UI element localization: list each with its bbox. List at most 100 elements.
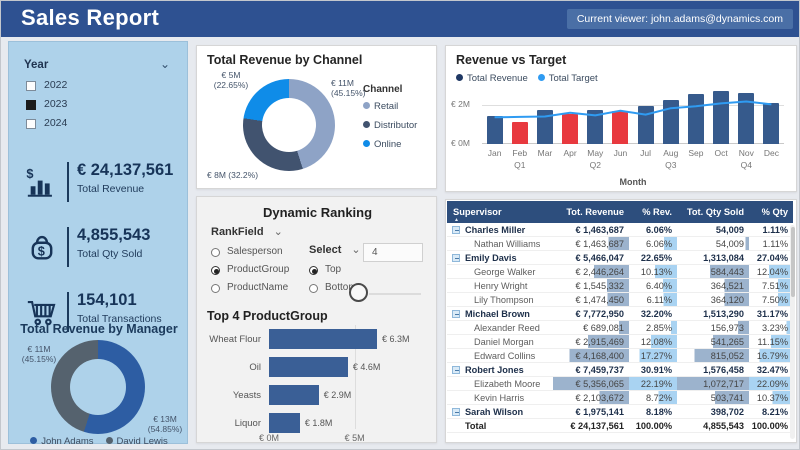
manager-donut-title: Total Revenue by Manager	[20, 322, 178, 336]
table-row-robert-jones[interactable]: Robert Jones € 7,459,737 30.91% 1,576,458 32…	[447, 362, 793, 377]
chevron-down-icon[interactable]: ⌄	[160, 57, 170, 71]
table-scrollbar[interactable]	[790, 225, 795, 439]
table-row-michael-brown[interactable]: Michael Brown € 7,772,950 32.20% 1,513,290 3…	[447, 306, 793, 321]
table-row-george-walker[interactable]: George Walker € 2,446,264 10.13% 584,443 12.…	[447, 264, 793, 279]
year-filter-header: Year ⌄	[24, 57, 174, 71]
radio-rankfield-productname[interactable]: ProductName	[211, 281, 311, 299]
cell-qty_pct: 3.23%	[749, 320, 793, 335]
cell-qty_pct: 1.11%	[749, 236, 793, 251]
table-row-sarah-wilson[interactable]: Sarah Wilson € 1,975,141 8.18% 398,702 8.21%	[447, 404, 793, 419]
expand-toggle-icon[interactable]	[452, 310, 460, 318]
channel-donut-chart[interactable]	[243, 79, 335, 171]
chevron-down-icon[interactable]: ⌄	[351, 243, 360, 256]
expand-toggle-icon[interactable]	[452, 408, 460, 416]
checkbox-icon[interactable]	[26, 100, 36, 110]
product-bar[interactable]	[269, 357, 348, 377]
cell-revenue: € 5,356,065	[553, 376, 629, 391]
product-bar[interactable]	[269, 329, 377, 349]
radio-icon[interactable]	[211, 284, 220, 293]
category-label: Oil	[249, 362, 261, 373]
target-line	[494, 100, 772, 119]
legend-dot	[537, 74, 545, 81]
x-axis-title: Month	[619, 177, 647, 187]
year-option-2023[interactable]: 2023	[26, 97, 166, 116]
table-row-daniel-morgan[interactable]: Daniel Morgan € 2,915,469 12.08% 541,265 11.…	[447, 334, 793, 349]
table-row-lily-thompson[interactable]: Lily Thompson € 1,474,450 6.11% 364,120 7.50…	[447, 292, 793, 307]
legend-item[interactable]: John Adams	[30, 436, 94, 447]
month-label: Jul	[640, 148, 652, 158]
cell-revenue: € 7,459,737	[553, 362, 629, 377]
radio-icon[interactable]	[211, 266, 220, 275]
manager-donut-chart[interactable]	[51, 340, 145, 434]
kpi-value: 154,101	[77, 291, 137, 309]
chevron-down-icon[interactable]: ⌄	[274, 225, 283, 238]
revenue-vs-target-plot	[482, 86, 784, 144]
cell-qty: 54,009	[677, 223, 749, 237]
table-row-elizabeth-moore[interactable]: Elizabeth Moore € 5,356,065 22.19% 1,072,71…	[447, 376, 793, 391]
product-bar[interactable]	[269, 385, 319, 405]
y-axis-tick: € 2M	[451, 99, 470, 109]
radio-icon[interactable]	[211, 248, 220, 257]
cell-qty: 503,741	[677, 390, 749, 405]
radio-rankfield-salesperson[interactable]: Salesperson	[211, 245, 311, 263]
legend-item[interactable]: Distributor	[363, 120, 417, 131]
legend-dot	[456, 74, 463, 81]
legend-item[interactable]: David Lewis	[105, 436, 168, 447]
donut-label-online: € 5M (22.65%)	[213, 70, 249, 90]
cell-qty_pct: 22.09%	[749, 376, 793, 391]
rank-count-input[interactable]	[363, 243, 423, 262]
year-option-2024[interactable]: 2024	[26, 116, 166, 135]
scrollbar-thumb[interactable]	[790, 227, 795, 297]
expand-toggle-icon[interactable]	[452, 226, 460, 234]
cell-qty_pct: 32.47%	[749, 362, 793, 377]
row-label: George Walker	[447, 264, 553, 279]
donut-hole	[70, 359, 126, 415]
month-axis-labels: Jan Feb Mar Apr May Jun Jul Aug Sep Oct Nov Dec	[482, 148, 784, 158]
radio-select-top[interactable]: Top	[309, 263, 389, 281]
table-row-edward-collins[interactable]: Edward Collins € 4,168,400 17.27% 815,052 16…	[447, 348, 793, 363]
year-option-2022[interactable]: 2022	[26, 78, 166, 97]
column-header-tot-revenue[interactable]: Tot. Revenue	[553, 201, 629, 223]
cell-qty_pct: 11.15%	[749, 334, 793, 349]
table-row-charles-miller[interactable]: Charles Miller € 1,463,687 6.06% 54,009 1.11…	[447, 223, 793, 237]
table-row-emily-davis[interactable]: Emily Davis € 5,466,047 22.65% 1,313,084 27.…	[447, 250, 793, 265]
legend-item[interactable]: Total Target	[537, 73, 598, 84]
cell-revenue: € 4,168,400	[553, 348, 629, 363]
expand-toggle-icon[interactable]	[452, 366, 460, 374]
column-header-tot-qty-sold[interactable]: Tot. Qty Sold	[677, 201, 749, 223]
quarter-label: Q3	[665, 160, 677, 170]
row-name: Michael Brown	[465, 308, 530, 319]
checkbox-icon[interactable]	[26, 81, 36, 91]
table-row-nathan-williams[interactable]: Nathan Williams € 1,463,687 6.06% 54,009 1.1…	[447, 236, 793, 251]
slider-track[interactable]	[369, 293, 421, 295]
expand-toggle-icon[interactable]	[452, 254, 460, 262]
kpi-value: 4,855,543	[77, 226, 151, 244]
radio-rankfield-productgroup[interactable]: ProductGroup	[211, 263, 311, 281]
column-header--qty[interactable]: % Qty	[749, 201, 793, 223]
legend-item[interactable]: Total Revenue	[456, 73, 528, 84]
cell-rev_pct: 6.11%	[629, 292, 677, 307]
column-header-supervisor[interactable]: Supervisor ▲	[447, 201, 553, 223]
donut-label-john-adams: € 13M (54.85%)	[147, 414, 183, 434]
table-row-total[interactable]: Total € 24,137,561 100.00% 4,855,543 100.00%	[447, 418, 793, 433]
table-row-alexander-reed[interactable]: Alexander Reed € 689,081 2.85% 156,973 3.23%	[447, 320, 793, 335]
row-label: Lily Thompson	[447, 292, 553, 307]
radio-icon[interactable]	[309, 266, 318, 275]
column-header--rev-[interactable]: % Rev.	[629, 201, 677, 223]
table-row-henry-wright[interactable]: Henry Wright € 1,545,332 6.40% 364,521 7.51%	[447, 278, 793, 293]
legend-item[interactable]: Online	[363, 139, 417, 150]
row-label: Alexander Reed	[447, 320, 553, 335]
legend-dot	[30, 437, 38, 444]
radio-icon[interactable]	[309, 284, 318, 293]
product-bar[interactable]	[269, 413, 300, 433]
legend-item[interactable]: Retail	[363, 101, 417, 112]
cell-qty_pct: 27.04%	[749, 250, 793, 265]
quarter-label: Q2	[589, 160, 601, 170]
slider-knob[interactable]	[349, 283, 368, 302]
cell-revenue: € 1,463,687	[553, 223, 629, 237]
checkbox-icon[interactable]	[26, 119, 36, 129]
table-row-kevin-harris[interactable]: Kevin Harris € 2,103,672 8.72% 503,741 10.37…	[447, 390, 793, 405]
radio-label: ProductGroup	[227, 264, 290, 275]
dynamic-ranking-title: Dynamic Ranking	[262, 205, 373, 220]
cell-rev_pct: 8.72%	[629, 390, 677, 405]
